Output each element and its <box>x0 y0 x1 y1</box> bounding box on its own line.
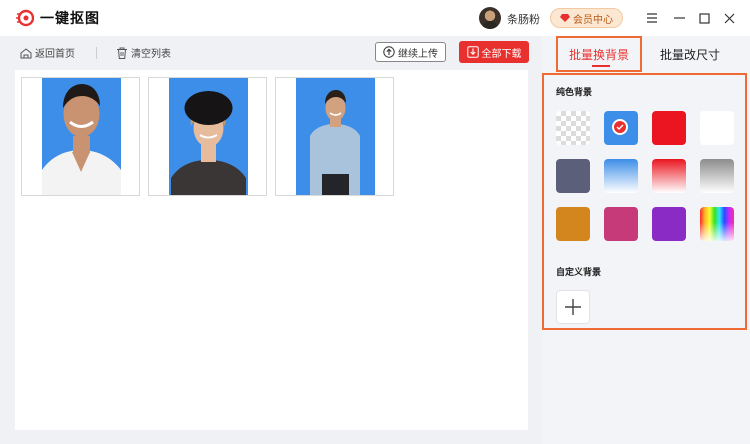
swatch-purple[interactable] <box>652 207 686 241</box>
right-panel: 批量换背景 批量改尺寸 纯色背景 自定义背景 <box>542 36 750 444</box>
menu-icon[interactable] <box>644 10 660 26</box>
avatar[interactable] <box>479 7 501 29</box>
close-icon[interactable] <box>721 10 737 26</box>
toolbar-divider <box>96 47 97 59</box>
minimize-icon[interactable] <box>671 10 687 26</box>
app-title: 一键抠图 <box>40 11 100 27</box>
selected-check-icon <box>612 119 628 135</box>
upload-icon <box>383 46 395 58</box>
swatch-red-gradient[interactable] <box>652 159 686 193</box>
download-icon <box>466 46 479 58</box>
swatch-white[interactable] <box>700 111 734 145</box>
custom-background-title: 自定义背景 <box>556 268 602 278</box>
image-card-2[interactable] <box>148 77 267 196</box>
tab-batch-background[interactable]: 批量换背景 <box>556 36 642 72</box>
tab-batch-resize-label: 批量改尺寸 <box>659 47 720 62</box>
vip-center-button[interactable]: 会员中心 <box>550 8 623 28</box>
username[interactable]: 条肠粉 <box>507 11 540 27</box>
photo-2 <box>169 78 248 195</box>
plus-icon <box>565 299 581 315</box>
download-all-label: 全部下载 <box>481 48 522 60</box>
swatch-rainbow[interactable] <box>700 207 734 241</box>
vip-center-label: 会员中心 <box>573 14 613 26</box>
image-card-3[interactable] <box>275 77 394 196</box>
trash-icon <box>117 47 127 59</box>
app-logo-icon <box>16 9 34 27</box>
swatch-magenta[interactable] <box>604 207 638 241</box>
tab-batch-background-label: 批量换背景 <box>568 47 629 62</box>
photo-1 <box>42 78 121 195</box>
image-list-area <box>15 70 528 430</box>
swatch-gray-gradient[interactable] <box>700 159 734 193</box>
swatch-blue-gradient[interactable] <box>604 159 638 193</box>
back-home-label: 返回首页 <box>35 49 75 60</box>
swatch-blue[interactable] <box>604 111 638 145</box>
photo-3 <box>296 78 375 195</box>
swatch-orange[interactable] <box>556 207 590 241</box>
continue-upload-button[interactable]: 继续上传 <box>375 42 446 62</box>
image-card-1[interactable] <box>21 77 140 196</box>
clear-list-label: 清空列表 <box>131 49 171 60</box>
gem-icon <box>560 14 570 22</box>
swatch-transparent[interactable] <box>556 111 590 145</box>
continue-upload-label: 继续上传 <box>398 48 438 60</box>
background-options-panel: 纯色背景 自定义背景 <box>542 73 747 330</box>
add-custom-background-button[interactable] <box>556 290 590 324</box>
swatch-red[interactable] <box>652 111 686 145</box>
back-home-button[interactable]: 返回首页 <box>20 45 75 60</box>
maximize-icon[interactable] <box>696 10 712 26</box>
solid-background-title: 纯色背景 <box>556 88 593 98</box>
download-all-button[interactable]: 全部下载 <box>459 41 529 63</box>
tab-batch-resize[interactable]: 批量改尺寸 <box>652 36 728 72</box>
clear-list-button[interactable]: 清空列表 <box>116 45 171 60</box>
title-bar: 一键抠图 条肠粉 会员中心 <box>0 0 750 36</box>
home-icon <box>20 47 32 58</box>
swatch-slate[interactable] <box>556 159 590 193</box>
